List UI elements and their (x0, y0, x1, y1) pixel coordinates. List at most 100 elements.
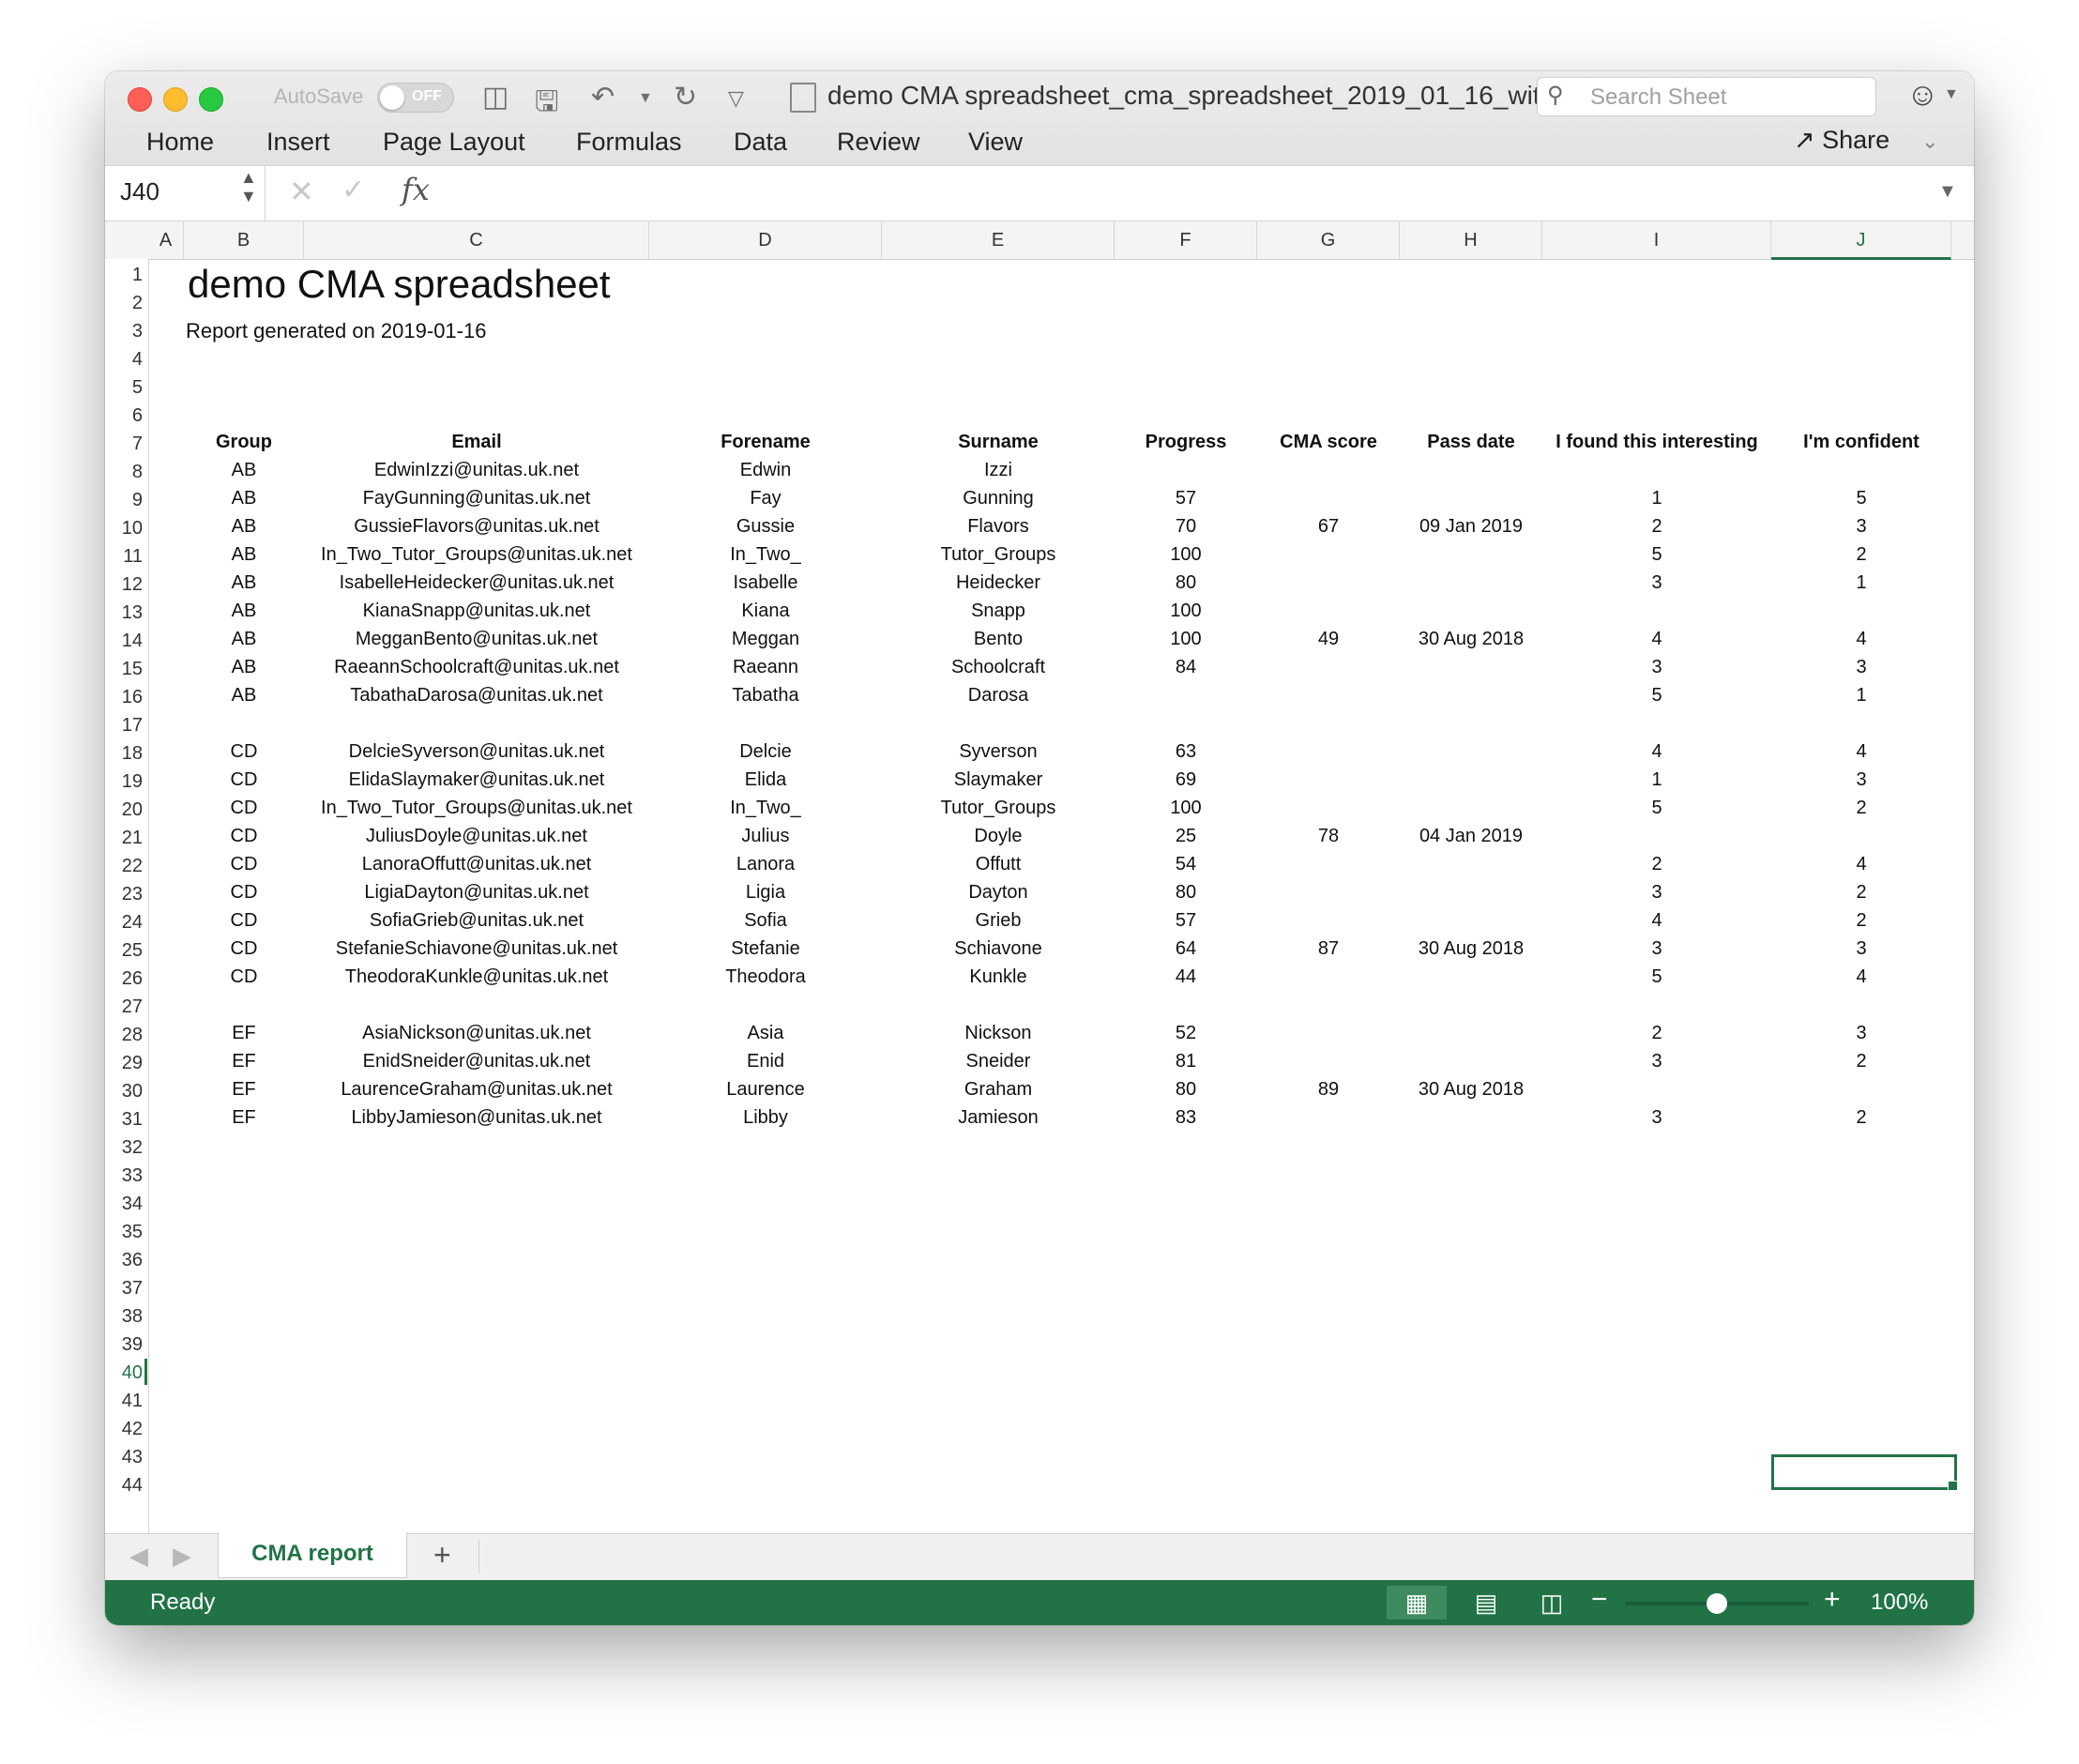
row-header-41[interactable]: 41 (105, 1391, 143, 1412)
cell-group[interactable]: CD (184, 910, 304, 932)
cell-forename[interactable]: Laurence (649, 1079, 882, 1101)
add-sheet-button[interactable]: + (433, 1538, 451, 1573)
row-header-11[interactable]: 11 (105, 546, 143, 568)
sheet-tab-cma-report[interactable]: CMA report (218, 1532, 407, 1578)
cell-email[interactable]: RaeannSchoolcraft@unitas.uk.net (304, 657, 649, 678)
cell-confident[interactable]: 2 (1771, 544, 1951, 566)
cell-group[interactable]: EF (184, 1023, 304, 1044)
row-header-36[interactable]: 36 (105, 1250, 143, 1271)
cell-forename[interactable]: Lanora (649, 854, 882, 875)
cell-interesting[interactable]: 1 (1542, 769, 1771, 791)
row-header-25[interactable]: 25 (105, 940, 143, 962)
cell-interesting[interactable]: 2 (1542, 516, 1771, 538)
save-icon[interactable]: 🖫 (535, 81, 559, 129)
cell-interesting[interactable]: 3 (1542, 938, 1771, 960)
row-header-30[interactable]: 30 (105, 1081, 143, 1102)
cell-forename[interactable]: Meggan (649, 629, 882, 650)
row-header-3[interactable]: 3 (105, 321, 143, 342)
cell-progress[interactable]: 52 (1115, 1023, 1257, 1044)
zoom-window-button[interactable] (199, 87, 223, 112)
cell-progress[interactable]: 57 (1115, 910, 1257, 932)
cell-cma-score[interactable]: 49 (1257, 629, 1400, 650)
row-header-42[interactable]: 42 (105, 1419, 143, 1440)
row-header-5[interactable]: 5 (105, 377, 143, 399)
cell-interesting[interactable]: 3 (1542, 1107, 1771, 1129)
cell-group[interactable]: CD (184, 769, 304, 791)
cell-progress[interactable]: 81 (1115, 1051, 1257, 1072)
cell-progress[interactable]: 63 (1115, 741, 1257, 763)
cell-email[interactable]: LibbyJamieson@unitas.uk.net (304, 1107, 649, 1129)
cell-group[interactable]: CD (184, 854, 304, 875)
cell-surname[interactable]: Heidecker (882, 572, 1115, 594)
row-header-38[interactable]: 38 (105, 1306, 143, 1328)
cell-group[interactable]: AB (184, 657, 304, 678)
row-header-2[interactable]: 2 (105, 293, 143, 314)
header-confident[interactable]: I'm confident (1771, 432, 1951, 453)
cell-confident[interactable]: 2 (1771, 1051, 1951, 1072)
cell-email[interactable]: LaurenceGraham@unitas.uk.net (304, 1079, 649, 1101)
cell-group[interactable]: AB (184, 488, 304, 509)
cell-email[interactable]: KianaSnapp@unitas.uk.net (304, 601, 649, 622)
column-header-g[interactable]: G (1257, 221, 1400, 260)
header-pass-date[interactable]: Pass date (1400, 432, 1542, 453)
cell-group[interactable]: AB (184, 460, 304, 481)
cell-surname[interactable]: Tutor_Groups (882, 798, 1115, 819)
cell-interesting[interactable]: 2 (1542, 854, 1771, 875)
cell-group[interactable]: AB (184, 685, 304, 707)
row-header-37[interactable]: 37 (105, 1278, 143, 1300)
cell-confident[interactable]: 3 (1771, 1023, 1951, 1044)
row-header-31[interactable]: 31 (105, 1109, 143, 1131)
undo-icon[interactable]: ↶ (591, 81, 615, 114)
column-header-h[interactable]: H (1400, 221, 1542, 260)
cell-interesting[interactable]: 5 (1542, 544, 1771, 566)
cell-email[interactable]: EdwinIzzi@unitas.uk.net (304, 460, 649, 481)
cell-interesting[interactable]: 5 (1542, 685, 1771, 707)
cell-confident[interactable]: 4 (1771, 854, 1951, 875)
normal-view-icon[interactable]: ▦ (1387, 1586, 1447, 1620)
cell-progress[interactable]: 25 (1115, 826, 1257, 847)
cell-email[interactable]: IsabelleHeidecker@unitas.uk.net (304, 572, 649, 594)
cell-progress[interactable]: 100 (1115, 798, 1257, 819)
cell-group[interactable]: AB (184, 572, 304, 594)
cell-email[interactable]: DelcieSyverson@unitas.uk.net (304, 741, 649, 763)
cell-surname[interactable]: Schiavone (882, 938, 1115, 960)
cell-group[interactable]: CD (184, 798, 304, 819)
header-group[interactable]: Group (184, 432, 304, 453)
cell-confident[interactable]: 2 (1771, 882, 1951, 904)
cell-surname[interactable]: Darosa (882, 685, 1115, 707)
page-layout-view-icon[interactable]: ▤ (1456, 1586, 1516, 1620)
cell-group[interactable]: CD (184, 966, 304, 988)
name-box-stepper-icon[interactable]: ▲ ▼ (240, 168, 257, 205)
worksheet-grid[interactable]: ABCDEFGHIJ 1 2 3 4 5 6 7 8 9 10 11 12 13 14 15 16 17 18 19… (105, 221, 1974, 1535)
cell-group[interactable]: EF (184, 1107, 304, 1129)
cell-progress[interactable]: 83 (1115, 1107, 1257, 1129)
header-email[interactable]: Email (304, 432, 649, 453)
cell-email[interactable]: AsiaNickson@unitas.uk.net (304, 1023, 649, 1044)
column-header-c[interactable]: C (304, 221, 649, 260)
cell-progress[interactable]: 100 (1115, 544, 1257, 566)
cell-group[interactable]: CD (184, 826, 304, 847)
header-interesting[interactable]: I found this interesting (1542, 432, 1771, 453)
cell-group[interactable]: CD (184, 938, 304, 960)
cell-surname[interactable]: Slaymaker (882, 769, 1115, 791)
ribbon-collapse-icon[interactable]: ⌄ (1921, 129, 1938, 154)
cell-progress[interactable]: 80 (1115, 882, 1257, 904)
row-header-26[interactable]: 26 (105, 968, 143, 990)
row-header-10[interactable]: 10 (105, 518, 143, 540)
cell-surname[interactable]: Flavors (882, 516, 1115, 538)
cell-email[interactable]: MegganBento@unitas.uk.net (304, 629, 649, 650)
cell-group[interactable]: CD (184, 741, 304, 763)
cell-interesting[interactable]: 2 (1542, 1023, 1771, 1044)
cell-email[interactable]: StefanieSchiavone@unitas.uk.net (304, 938, 649, 960)
cell-confident[interactable]: 4 (1771, 741, 1951, 763)
sidebar-toggle-icon[interactable]: ◫ (482, 81, 508, 114)
undo-dropdown-icon[interactable]: ▼ (638, 90, 653, 107)
chevron-down-icon[interactable]: ▼ (1944, 86, 1959, 103)
cell-email[interactable]: In_Two_Tutor_Groups@unitas.uk.net (304, 544, 649, 566)
customize-toolbar-icon[interactable]: ▽ (728, 86, 744, 111)
row-header-6[interactable]: 6 (105, 405, 143, 427)
cell-confident[interactable]: 1 (1771, 572, 1951, 594)
row-header-35[interactable]: 35 (105, 1222, 143, 1243)
column-header-a[interactable]: A (148, 221, 184, 260)
row-header-13[interactable]: 13 (105, 602, 143, 624)
